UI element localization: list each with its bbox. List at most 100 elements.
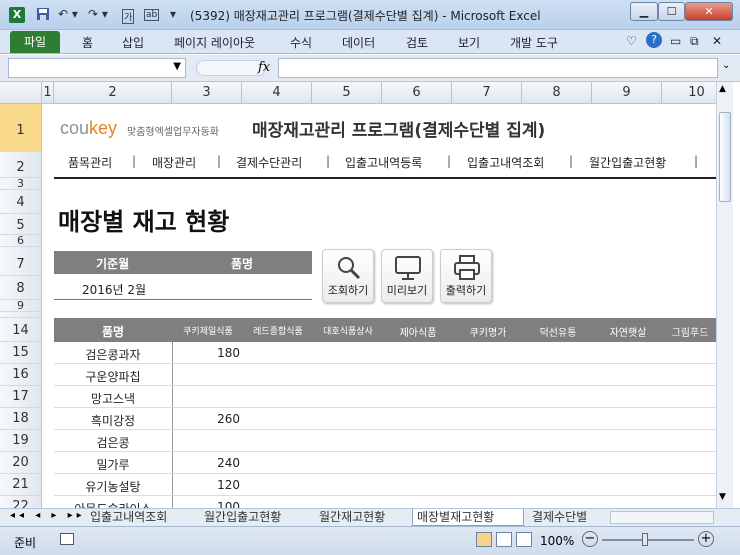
table-cell-value[interactable]: 260 <box>174 412 240 426</box>
expand-formula-icon[interactable]: ⌄ <box>722 60 730 71</box>
sheet-tab[interactable]: 월간입출고현황 <box>200 509 308 526</box>
column-header[interactable]: 6 <box>382 82 452 104</box>
sheet-tab[interactable]: 입출고내역조회 <box>86 509 193 526</box>
zoom-in-icon[interactable]: + <box>698 531 714 547</box>
table-cell-name[interactable]: 아몬드슬라이스 <box>54 500 172 508</box>
table-cell-name[interactable]: 망고스낵 <box>54 390 172 407</box>
row-header[interactable]: 20 <box>0 452 42 474</box>
ribbon-minimize-icon[interactable]: ♡ <box>626 34 637 48</box>
tab-file[interactable]: 파일 <box>10 31 60 53</box>
vertical-scrollbar[interactable]: ▲ ▼ <box>716 82 733 508</box>
zoom-out-icon[interactable]: − <box>582 531 598 547</box>
table-cell-name[interactable]: 구운양파칩 <box>54 368 172 385</box>
doc-restore-icon[interactable]: ⧉ <box>690 34 699 49</box>
select-all-corner[interactable] <box>0 82 42 104</box>
row-header[interactable]: 1 <box>0 104 42 152</box>
column-header[interactable]: 10 <box>662 82 716 104</box>
column-header[interactable]: 7 <box>452 82 522 104</box>
column-header[interactable]: 2 <box>54 82 172 104</box>
column-header[interactable]: 4 <box>242 82 312 104</box>
row-header[interactable]: 17 <box>0 386 42 408</box>
tab-formulas[interactable]: 수식 <box>290 34 312 51</box>
tab-home[interactable]: 홈 <box>82 34 93 51</box>
doc-minimize-icon[interactable]: ▭ <box>670 34 681 48</box>
row-header[interactable]: 5 <box>0 214 42 235</box>
maximize-button[interactable]: ☐ <box>658 2 685 21</box>
table-cell-value[interactable]: 240 <box>174 456 240 470</box>
zoom-slider[interactable] <box>602 539 694 541</box>
row-header[interactable]: 8 <box>0 276 42 300</box>
table-cell-name[interactable]: 검은콩 <box>54 434 172 451</box>
name-box[interactable]: ▼ <box>8 58 186 78</box>
menu-item-stores[interactable]: 매장관리 <box>152 154 196 171</box>
page-layout-view-icon[interactable] <box>496 532 512 547</box>
scroll-up-icon[interactable]: ▲ <box>719 84 726 94</box>
horizontal-scrollbar[interactable] <box>610 511 714 524</box>
save-icon[interactable] <box>36 7 50 24</box>
table-cell-name[interactable]: 밀가루 <box>54 456 172 473</box>
table-cell-value[interactable]: 120 <box>174 478 240 492</box>
row-header[interactable]: 22 <box>0 496 42 508</box>
tab-insert[interactable]: 삽입 <box>122 34 144 51</box>
row-header[interactable]: 9 <box>0 300 42 312</box>
menu-item-register[interactable]: 입출고내역등록 <box>345 154 422 171</box>
menu-item-payment[interactable]: 결제수단관리 <box>236 154 302 171</box>
zoom-slider-thumb[interactable] <box>642 533 648 546</box>
row-header[interactable]: 15 <box>0 342 42 364</box>
macro-record-icon[interactable] <box>60 533 74 545</box>
row-header[interactable]: 19 <box>0 430 42 452</box>
insert-function-icon[interactable]: fx <box>258 60 270 75</box>
table-cell-name[interactable]: 흑미강정 <box>54 412 172 429</box>
table-cell-value[interactable]: 180 <box>174 346 240 360</box>
control-icon[interactable]: ab <box>144 9 160 21</box>
column-header[interactable]: 1 <box>42 82 54 104</box>
sheet-tab[interactable]: 월간재고현황 <box>315 509 410 526</box>
sheet-tab[interactable]: 결제수단별 <box>528 509 603 526</box>
normal-view-icon[interactable] <box>476 532 492 547</box>
sheet-nav-icons[interactable]: ◂◂ ◂ ▸ ▸▸ <box>10 510 86 521</box>
menu-item-items[interactable]: 품목관리 <box>68 154 112 171</box>
column-header[interactable]: 3 <box>172 82 242 104</box>
column-header[interactable]: 9 <box>592 82 662 104</box>
row-header[interactable]: 3 <box>0 178 42 190</box>
menu-item-lookup[interactable]: 입출고내역조회 <box>467 154 544 171</box>
table-cell-name[interactable]: 유기농설탕 <box>54 478 172 495</box>
excel-icon[interactable]: X <box>9 7 25 23</box>
table-cell-name[interactable]: 검은콩과자 <box>54 346 172 363</box>
name-box-dropdown-icon[interactable]: ▼ <box>173 61 181 72</box>
tab-view[interactable]: 보기 <box>458 34 480 51</box>
print-button[interactable]: 출력하기 <box>440 249 492 303</box>
search-button[interactable]: 조회하기 <box>322 249 374 303</box>
doc-close-icon[interactable]: ✕ <box>712 34 722 48</box>
redo-icon[interactable]: ↷ ▾ <box>88 7 108 21</box>
row-header[interactable]: 7 <box>0 247 42 276</box>
tab-data[interactable]: 데이터 <box>342 34 375 51</box>
customize-quickaccess-icon[interactable]: ▾ <box>170 7 176 21</box>
table-cell-value[interactable]: 100 <box>174 500 240 508</box>
row-header[interactable]: 2 <box>0 152 42 178</box>
column-header[interactable]: 5 <box>312 82 382 104</box>
row-header[interactable]: 6 <box>0 235 42 247</box>
scroll-down-icon[interactable]: ▼ <box>719 492 726 502</box>
row-header[interactable]: 21 <box>0 474 42 496</box>
form-icon[interactable]: 가 <box>122 9 135 24</box>
tab-developer[interactable]: 개발 도구 <box>510 34 558 51</box>
row-header[interactable]: 14 <box>0 318 42 342</box>
scroll-thumb[interactable] <box>719 112 731 202</box>
close-button[interactable]: ✕ <box>685 2 733 21</box>
tab-page-layout[interactable]: 페이지 레이아웃 <box>174 34 255 51</box>
minimize-button[interactable]: ▁ <box>630 2 658 21</box>
tab-review[interactable]: 검토 <box>406 34 428 51</box>
undo-icon[interactable]: ↶ ▾ <box>58 7 78 21</box>
sheet-tab-active[interactable]: 매장별재고현황 <box>412 509 524 526</box>
zoom-level[interactable]: 100% <box>540 534 574 548</box>
row-header[interactable]: 4 <box>0 190 42 214</box>
filter-month-value[interactable]: 2016년 2월 <box>82 281 146 298</box>
worksheet-grid[interactable]: 1 2 3 4 5 6 7 8 9 10 1 2 3 4 5 6 7 8 9 1… <box>0 82 716 508</box>
row-header[interactable]: 18 <box>0 408 42 430</box>
help-icon[interactable]: ? <box>646 32 662 48</box>
menu-item-monthly[interactable]: 월간입출고현황 <box>589 154 666 171</box>
preview-button[interactable]: 미리보기 <box>381 249 433 303</box>
column-header[interactable]: 8 <box>522 82 592 104</box>
formula-input[interactable] <box>278 58 718 78</box>
